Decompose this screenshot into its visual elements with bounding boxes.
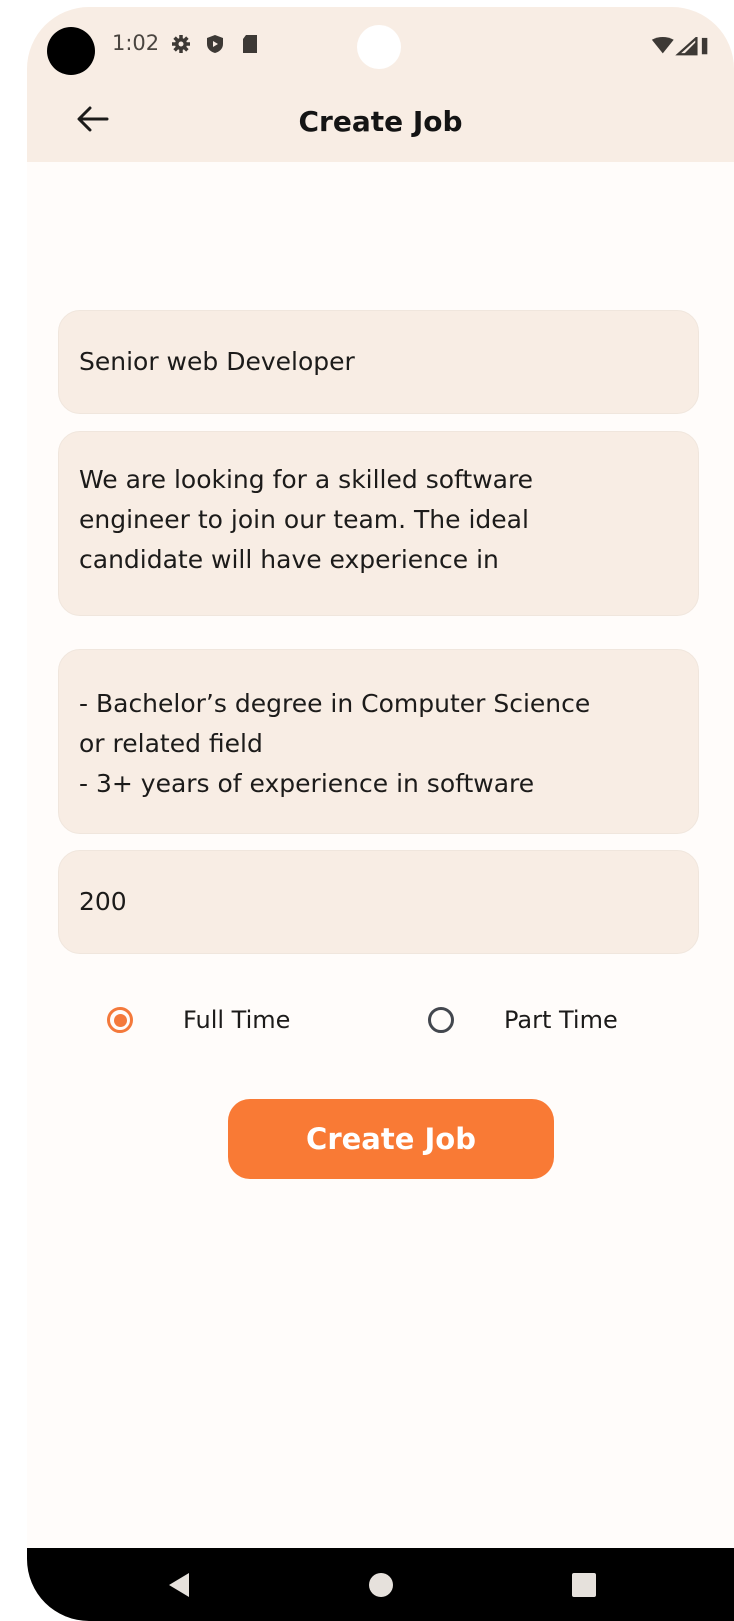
home-circle-icon — [369, 1573, 393, 1597]
create-job-button[interactable]: Create Job — [228, 1099, 554, 1179]
back-triangle-icon — [169, 1573, 189, 1597]
job-type-radio-group: Full Time Part Time — [27, 997, 734, 1043]
job-requirements-input[interactable]: - Bachelor’s degree in Computer Science … — [58, 649, 699, 834]
page-title: Create Job — [298, 105, 463, 138]
radio-unselected-icon — [428, 1007, 454, 1033]
system-nav-bar — [27, 1548, 734, 1621]
shield-icon — [204, 33, 226, 55]
radio-selected-icon — [107, 1007, 133, 1033]
radio-full-time[interactable]: Full Time — [107, 997, 290, 1043]
phone-screen: 1:02 Create Job Senior web Developer We … — [27, 7, 734, 1621]
recents-square-icon — [572, 1573, 596, 1597]
sd-card-icon — [239, 33, 261, 55]
job-description-input[interactable]: We are looking for a skilled software en… — [58, 431, 699, 616]
salary-input[interactable]: 200 — [58, 850, 699, 954]
status-time: 1:02 — [112, 31, 160, 55]
nav-home-button[interactable] — [366, 1570, 396, 1600]
status-bar: 1:02 — [27, 7, 734, 87]
camera-cutout — [47, 27, 95, 75]
radio-part-time-label: Part Time — [504, 1006, 618, 1034]
front-camera — [357, 25, 401, 69]
nav-back-button[interactable] — [164, 1570, 194, 1600]
nav-recents-button[interactable] — [569, 1570, 599, 1600]
job-title-input[interactable]: Senior web Developer — [58, 310, 699, 414]
wifi-icon — [651, 37, 708, 56]
radio-part-time[interactable]: Part Time — [428, 997, 618, 1043]
radio-full-time-label: Full Time — [183, 1006, 291, 1034]
app-bar: 1:02 Create Job — [27, 7, 734, 162]
gear-icon — [170, 33, 192, 55]
